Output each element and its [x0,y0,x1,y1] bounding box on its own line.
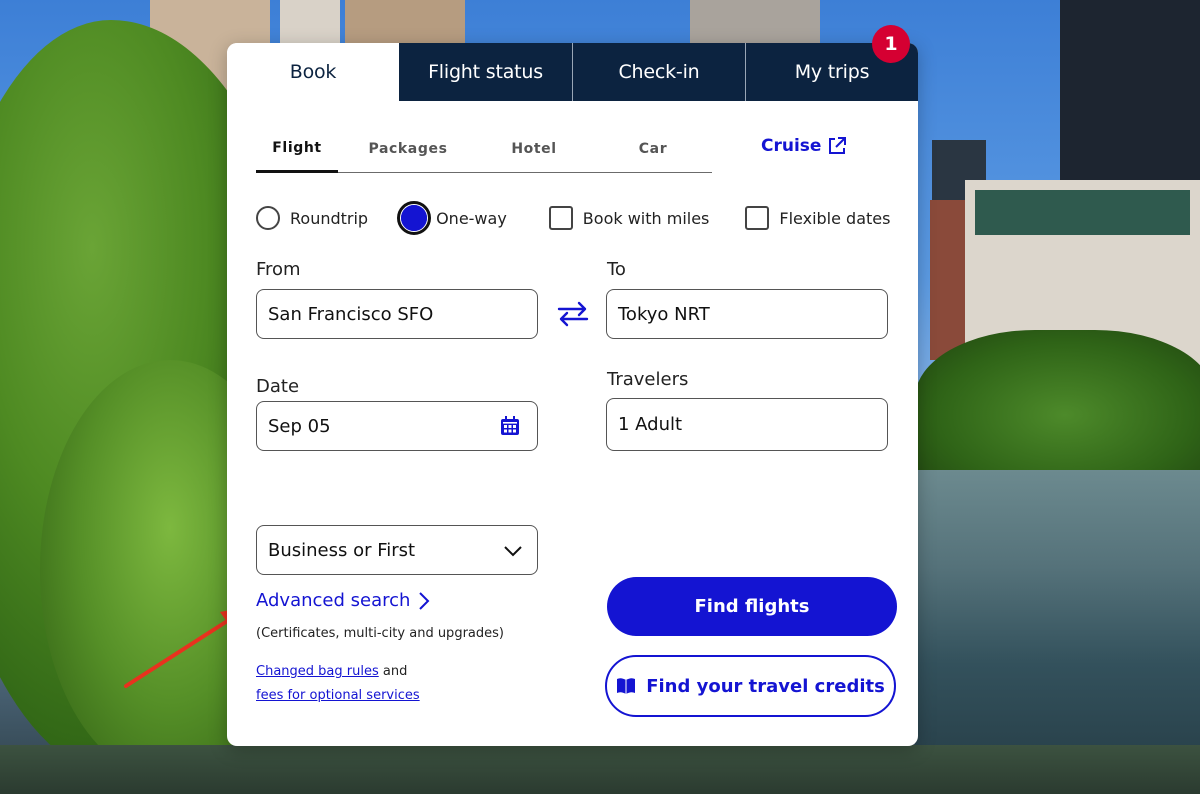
advanced-search-link[interactable]: Advanced search [256,590,430,611]
and-text: and [378,664,408,679]
flexible-dates-label: Flexible dates [779,208,891,228]
tab-check-in[interactable]: Check-in [572,43,745,101]
trip-type-options: Roundtrip One-way Book with miles Flexib… [256,201,890,235]
book-with-miles-label: Book with miles [582,208,710,228]
advanced-search-description: (Certificates, multi-city and upgrades) [256,626,504,641]
travelers-label: Travelers [607,369,689,390]
find-flights-label: Find flights [694,596,810,617]
date-input[interactable]: Sep 05 [256,401,538,451]
checkbox-icon [548,206,573,230]
cabin-select[interactable]: Business or First [256,525,538,575]
subtab-flight[interactable]: Flight [256,125,338,173]
advanced-search-label: Advanced search [256,590,411,611]
changed-bag-rules-link[interactable]: Changed bag rules [256,664,379,679]
top-tabs: Book Flight status Check-in My trips [227,43,918,101]
radio-roundtrip[interactable]: Roundtrip [256,206,368,230]
travelers-input[interactable]: 1 Adult [606,398,888,451]
book-icon [617,678,636,694]
travelers-value: 1 Adult [618,414,683,435]
chevron-down-icon [504,546,522,557]
checkbox-icon [745,206,770,230]
date-label: Date [256,376,300,397]
swap-arrows-icon[interactable] [555,299,591,329]
to-input[interactable]: Tokyo NRT [606,289,888,339]
chevron-right-icon [419,591,430,610]
one-way-label: One-way [436,208,507,228]
roundtrip-label: Roundtrip [290,208,369,228]
bag-rules-text: Changed bag rules and fees for optional … [256,660,420,708]
find-flights-button[interactable]: Find flights [607,577,897,636]
product-tabs: Flight Packages Hotel Car [256,125,712,173]
subtab-car[interactable]: Car [611,125,695,172]
subtab-packages[interactable]: Packages [366,125,450,172]
to-label: To [607,259,626,280]
from-value: San Francisco SFO [268,303,434,325]
radio-one-way[interactable]: One-way [397,201,507,235]
from-input[interactable]: San Francisco SFO [256,289,538,339]
cruise-link[interactable]: Cruise [761,131,847,161]
find-travel-credits-button[interactable]: Find your travel credits [605,655,896,717]
radio-checked-icon [397,201,432,235]
tab-book[interactable]: Book [227,43,399,101]
calendar-icon[interactable] [500,416,520,436]
cruise-label: Cruise [761,136,822,156]
checkbox-flexible-dates[interactable]: Flexible dates [745,206,890,230]
tab-flight-status[interactable]: Flight status [399,43,572,101]
trips-count-badge: 1 [872,25,910,63]
date-value: Sep 05 [268,415,331,437]
travel-credits-label: Find your travel credits [646,675,885,697]
radio-unchecked-icon [256,206,280,230]
to-value: Tokyo NRT [618,303,710,325]
external-link-icon [829,137,847,154]
cabin-value: Business or First [268,539,416,561]
from-label: From [256,259,301,280]
booking-widget: Book Flight status Check-in My trips 1 F… [227,25,918,746]
checkbox-book-with-miles[interactable]: Book with miles [548,206,710,230]
optional-fees-link[interactable]: fees for optional services [256,688,420,703]
subtab-hotel[interactable]: Hotel [492,125,576,172]
